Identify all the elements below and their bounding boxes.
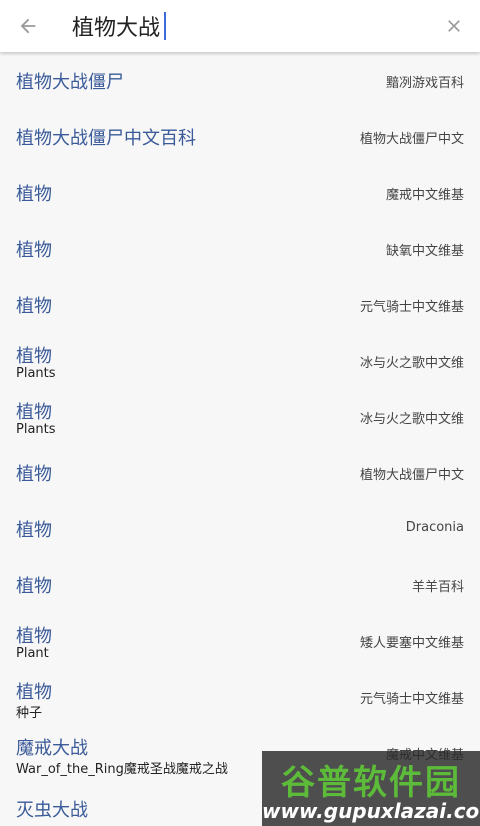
result-item[interactable]: 植物 Plant 矮人要塞中文维基 [0,612,480,668]
search-results-list: 植物大战僵尸 黯冽游戏百科 植物大战僵尸中文百科 植物大战僵尸中文 植物 魔戒中… [0,52,480,818]
result-item[interactable]: 植物 魔戒中文维基 [0,164,480,220]
result-subtitle: War_of_the_Ring魔戒圣战魔戒之战 [16,762,228,777]
watermark-url: www.gupuxlazai.com [262,799,480,823]
result-source: 缺氧中文维基 [385,244,464,259]
result-source: 矮人要塞中文维基 [359,636,464,651]
result-source: 黯冽游戏百科 [385,76,464,91]
result-title: 植物大战僵尸 [16,72,124,93]
result-item[interactable]: 植物 Draconia [0,500,480,556]
watermark-name: 谷普软件园 [281,763,461,803]
result-title: 植物 [16,346,52,367]
result-source: 冰与火之歌中文维 [359,412,464,427]
watermark-logo: 谷普软件园 www.gupuxlazai.com [262,751,480,826]
result-subtitle: Plants [16,366,56,381]
result-source: 冰与火之歌中文维 [359,356,464,371]
result-source: 元气骑士中文维基 [359,692,464,707]
result-item[interactable]: 植物 Plants 冰与火之歌中文维 [0,332,480,388]
result-source: 魔戒中文维基 [385,188,464,203]
result-title: 植物 [16,240,52,261]
result-item[interactable]: 植物 缺氧中文维基 [0,220,480,276]
result-title: 植物大战僵尸中文百科 [16,128,196,149]
result-source: 植物大战僵尸中文 [359,132,464,147]
result-title: 植物 [16,520,52,541]
result-subtitle: Plant [16,646,49,661]
result-title: 植物 [16,626,52,647]
result-title: 魔戒大战 [16,738,88,759]
result-source: 植物大战僵尸中文 [359,468,464,483]
result-item[interactable]: 植物 植物大战僵尸中文 [0,444,480,500]
result-title: 植物 [16,296,52,317]
text-caret [164,12,166,40]
result-item[interactable]: 植物 元气骑士中文维基 [0,276,480,332]
arrow-left-icon [20,18,36,34]
close-icon [448,20,460,32]
result-item[interactable]: 植物大战僵尸 黯冽游戏百科 [0,52,480,108]
result-title: 植物 [16,682,52,703]
result-item[interactable]: 植物 羊羊百科 [0,556,480,612]
result-source: Draconia [405,520,464,535]
clear-button[interactable] [440,12,468,40]
result-source: 元气骑士中文维基 [359,300,464,315]
result-subtitle: Plants [16,422,56,437]
back-button[interactable] [14,12,42,40]
result-item[interactable]: 植物 Plants 冰与火之歌中文维 [0,388,480,444]
result-title: 植物 [16,184,52,205]
search-input[interactable] [72,8,432,44]
search-header [0,0,480,52]
result-subtitle: 种子 [16,706,43,721]
result-item[interactable]: 植物 种子 元气骑士中文维基 [0,668,480,724]
result-source: 羊羊百科 [411,580,464,595]
result-title: 植物 [16,464,52,485]
result-item[interactable]: 植物大战僵尸中文百科 植物大战僵尸中文 [0,108,480,164]
result-title: 植物 [16,576,52,597]
result-title: 灭虫大战 [16,800,88,818]
result-title: 植物 [16,402,52,423]
